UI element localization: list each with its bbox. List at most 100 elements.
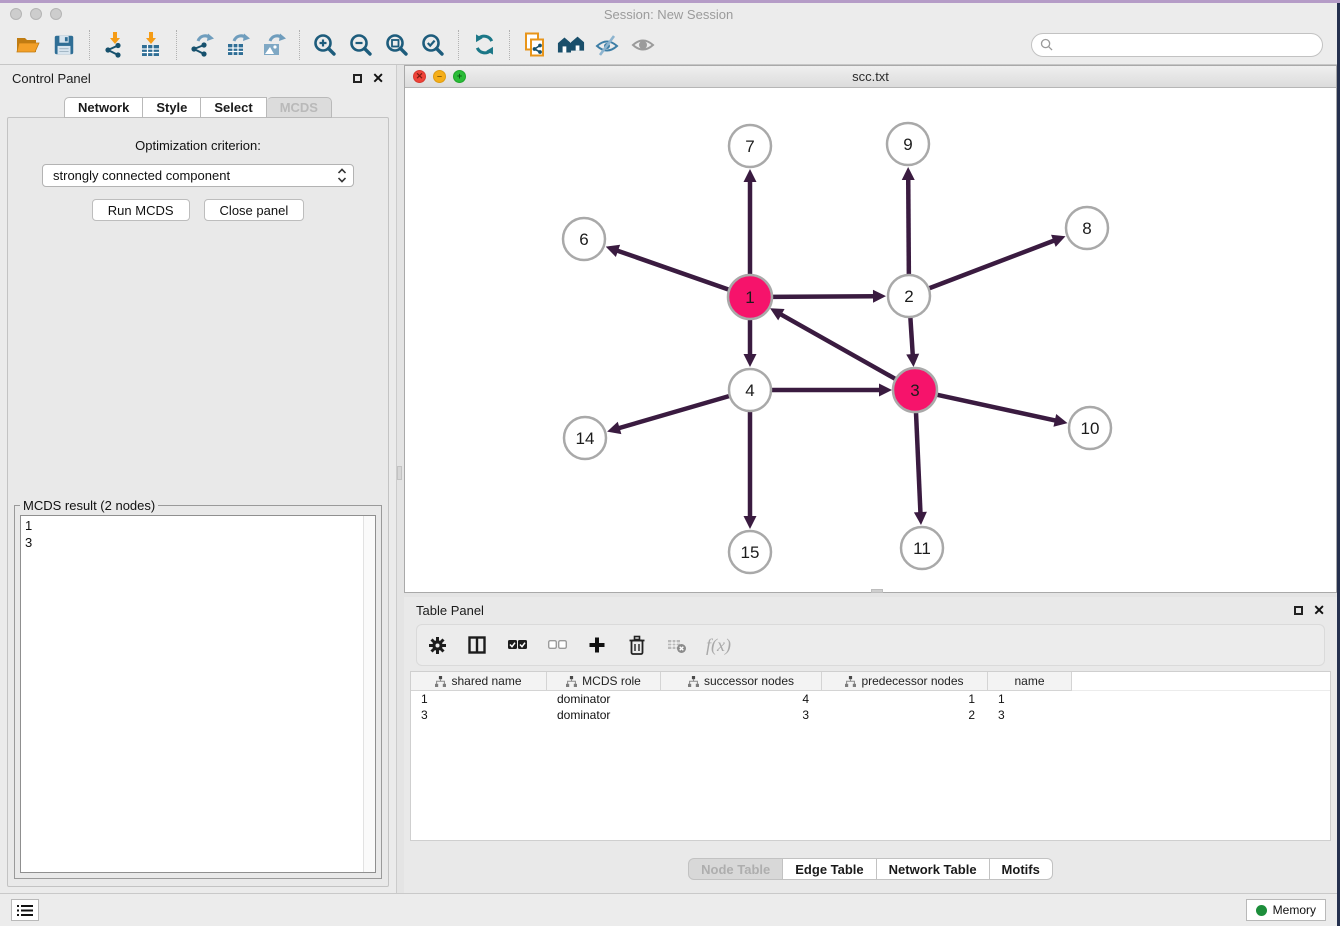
delete-column-icon: [668, 636, 687, 654]
table-tab-network-table[interactable]: Network Table: [877, 858, 990, 880]
window-zoom-button[interactable]: [50, 8, 62, 20]
edge-2-9[interactable]: [902, 167, 915, 275]
window-controls: [10, 8, 62, 20]
graph-node-9[interactable]: 9: [887, 123, 929, 165]
import-table-button[interactable]: [133, 28, 169, 62]
network-graph[interactable]: 1 2 3 4 6 7 8 9 10 11 14 15: [405, 88, 1336, 592]
function-builder-button[interactable]: f(x): [706, 633, 731, 657]
mcds-result-list[interactable]: 13: [20, 515, 376, 873]
graph-node-3[interactable]: 3: [893, 368, 937, 412]
graph-node-11[interactable]: 11: [901, 527, 943, 569]
zoom-fit-button[interactable]: [379, 28, 415, 62]
edge-2-3[interactable]: [906, 317, 919, 367]
toolbar-separator: [458, 30, 459, 60]
open-session-button[interactable]: [10, 28, 46, 62]
first-neighbors-button[interactable]: [553, 28, 589, 62]
zoom-in-button[interactable]: [307, 28, 343, 62]
export-table-button[interactable]: [220, 28, 256, 62]
float-panel-icon[interactable]: [353, 74, 362, 83]
graph-node-4[interactable]: 4: [729, 369, 771, 411]
table-tab-edge-table[interactable]: Edge Table: [783, 858, 876, 880]
new-network-from-selection-button[interactable]: [517, 28, 553, 62]
delete-column-button[interactable]: [666, 633, 688, 657]
table-row[interactable]: 3dominator323: [411, 707, 1330, 723]
table-tab-node-table[interactable]: Node Table: [688, 858, 783, 880]
column-header-name[interactable]: name: [988, 672, 1072, 691]
graph-node-14[interactable]: 14: [564, 417, 606, 459]
hide-columns-button[interactable]: [546, 633, 568, 657]
edge-1-4[interactable]: [744, 318, 757, 367]
graph-node-15[interactable]: 15: [729, 531, 771, 573]
task-history-button[interactable]: [11, 899, 39, 921]
graph-node-2[interactable]: 2: [888, 275, 930, 317]
window-minimize-button[interactable]: [30, 8, 42, 20]
table-row[interactable]: 1dominator411: [411, 691, 1330, 707]
graph-node-10[interactable]: 10: [1069, 407, 1111, 449]
close-panel-icon[interactable]: ✕: [372, 71, 384, 85]
save-session-button[interactable]: [46, 28, 82, 62]
control-tab-select[interactable]: Select: [201, 97, 266, 118]
hide-selected-button[interactable]: [589, 28, 625, 62]
criterion-label: Optimization criterion:: [8, 138, 388, 153]
show-all-button[interactable]: [625, 28, 661, 62]
edge-4-3[interactable]: [771, 384, 892, 397]
column-layout-button[interactable]: [466, 633, 488, 657]
edge-1-6[interactable]: [606, 245, 730, 290]
optimization-criterion-select[interactable]: strongly connected component: [42, 164, 354, 187]
edge-1-2[interactable]: [771, 290, 886, 303]
splitter-handle[interactable]: [871, 589, 883, 593]
run-mcds-button[interactable]: Run MCDS: [92, 199, 190, 221]
titlebar: Session: New Session: [0, 3, 1337, 25]
show-columns-button[interactable]: [506, 633, 528, 657]
zoom-out-button[interactable]: [343, 28, 379, 62]
network-canvas[interactable]: 1 2 3 4 6 7 8 9 10 11 14 15: [405, 88, 1336, 592]
column-header-shared-name[interactable]: shared name: [411, 672, 547, 691]
graph-node-8[interactable]: 8: [1066, 207, 1108, 249]
edge-3-10[interactable]: [936, 394, 1068, 426]
table-settings-button[interactable]: [426, 633, 448, 657]
table-panel: Table Panel ✕: [404, 597, 1337, 893]
search-field[interactable]: [1031, 33, 1323, 57]
import-network-button[interactable]: [97, 28, 133, 62]
network-minimize-button[interactable]: –: [433, 70, 446, 83]
column-header-successor-nodes[interactable]: successor nodes: [661, 672, 822, 691]
splitter-handle[interactable]: [397, 466, 402, 480]
zoom-selected-button[interactable]: [415, 28, 451, 62]
close-panel-icon[interactable]: ✕: [1313, 603, 1325, 617]
scrollbar-track[interactable]: [363, 516, 375, 872]
graph-node-7[interactable]: 7: [729, 125, 771, 167]
control-tab-style[interactable]: Style: [143, 97, 201, 118]
memory-status-icon: [1256, 905, 1267, 916]
first-neighbors-icon: [557, 32, 585, 58]
column-header-mcds-role[interactable]: MCDS role: [547, 672, 661, 691]
control-tab-mcds[interactable]: MCDS: [267, 97, 332, 118]
float-panel-icon[interactable]: [1294, 606, 1303, 615]
edge-2-8[interactable]: [929, 235, 1066, 289]
graph-node-1[interactable]: 1: [728, 275, 772, 319]
edge-4-15[interactable]: [744, 411, 757, 529]
export-image-button[interactable]: [256, 28, 292, 62]
network-close-button[interactable]: ✕: [413, 70, 426, 83]
graph-node-6[interactable]: 6: [563, 218, 605, 260]
edge-4-14[interactable]: [607, 396, 730, 434]
close-panel-button[interactable]: Close panel: [204, 199, 305, 221]
edge-1-7[interactable]: [744, 169, 757, 276]
memory-button[interactable]: Memory: [1246, 899, 1326, 921]
add-column-button[interactable]: [586, 633, 608, 657]
edge-3-11[interactable]: [914, 411, 927, 525]
window-close-button[interactable]: [10, 8, 22, 20]
table-panel-header: Table Panel ✕: [404, 597, 1337, 623]
edge-3-1[interactable]: [770, 308, 897, 379]
plus-icon: [588, 636, 606, 654]
refresh-button[interactable]: [466, 28, 502, 62]
toolbar-separator: [176, 30, 177, 60]
network-zoom-button[interactable]: +: [453, 70, 466, 83]
export-network-button[interactable]: [184, 28, 220, 62]
search-input[interactable]: [1058, 38, 1314, 52]
control-tab-network[interactable]: Network: [64, 97, 143, 118]
mcds-result-title: MCDS result (2 nodes): [20, 498, 158, 513]
node-label: 3: [910, 381, 919, 400]
delete-row-button[interactable]: [626, 633, 648, 657]
column-header-predecessor-nodes[interactable]: predecessor nodes: [822, 672, 988, 691]
table-tab-motifs[interactable]: Motifs: [990, 858, 1053, 880]
